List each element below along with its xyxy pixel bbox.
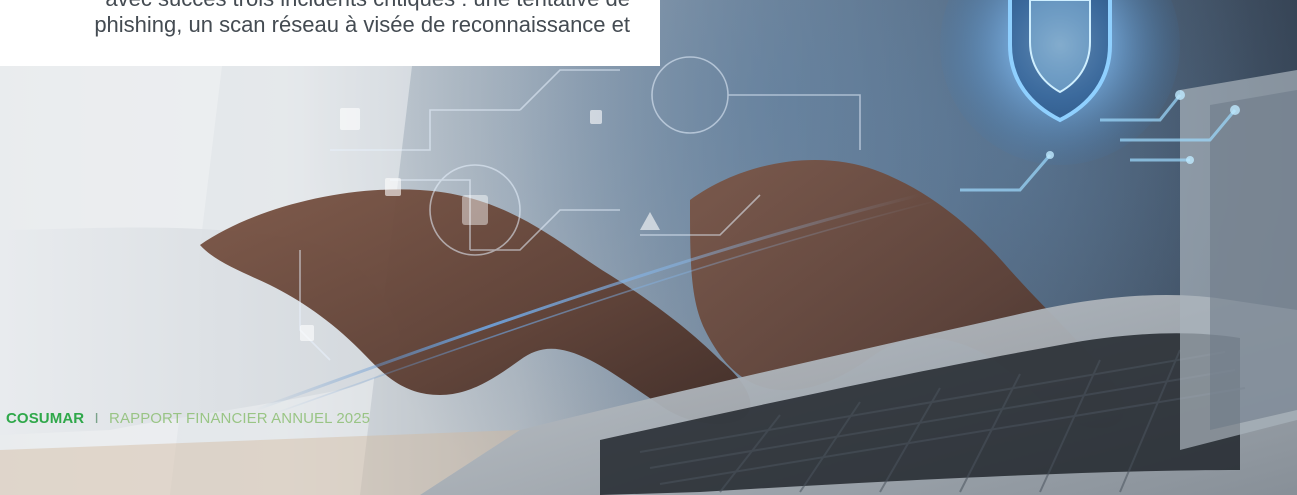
paragraph-line-2: phishing, un scan réseau à visée de reco…: [94, 12, 630, 37]
paragraph-line-1: avec succès trois incidents critiques : …: [105, 0, 630, 12]
footer-separator: I: [94, 410, 99, 427]
paragraph-fragment: avec succès trois incidents critiques : …: [0, 0, 660, 66]
report-page: avec succès trois incidents critiques : …: [0, 0, 1297, 495]
footer-title: RAPPORT FINANCIER ANNUEL 2025: [109, 410, 371, 427]
footer-brand: COSUMAR: [6, 410, 85, 427]
document-footer: COSUMAR I RAPPORT FINANCIER ANNUEL 2025: [6, 410, 370, 428]
